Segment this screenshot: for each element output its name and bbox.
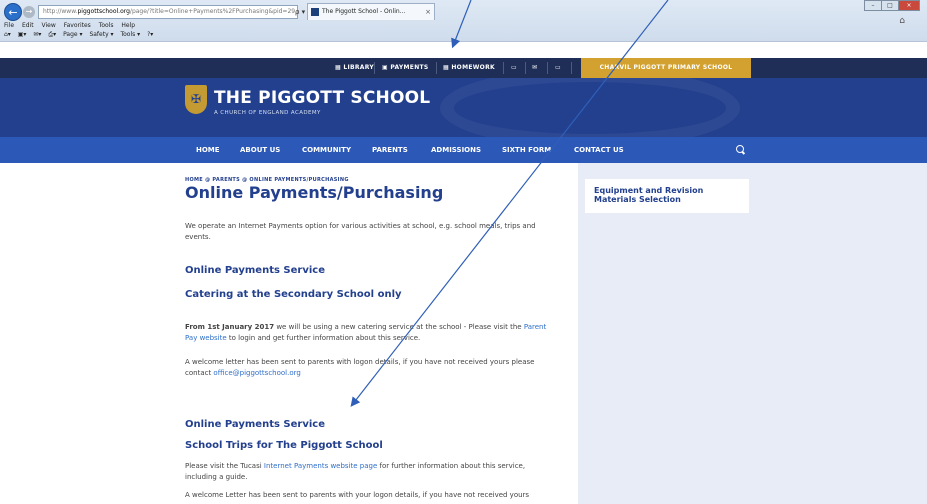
- section1-subheading: Catering at the Secondary School only: [185, 289, 402, 300]
- nav-contact-us[interactable]: CONTACT US: [574, 137, 624, 163]
- home-icon[interactable]: ⌂: [899, 16, 905, 26]
- address-domain: piggottschool.org: [77, 8, 130, 15]
- menu-tools[interactable]: Tools: [99, 22, 114, 29]
- main-navigation: HOME ABOUT US COMMUNITY PARENTS ADMISSIO…: [0, 137, 927, 163]
- print-icon[interactable]: ⎙▾: [48, 31, 56, 38]
- menu-view[interactable]: View: [42, 22, 56, 29]
- utility-separator: [374, 62, 375, 74]
- section1-text: we will be using a new catering service …: [274, 323, 524, 331]
- sidebar-card-title: Equipment and Revision Materials Selecti…: [594, 186, 704, 204]
- menu-favorites[interactable]: Favorites: [64, 22, 91, 29]
- minimize-icon[interactable]: –: [864, 0, 882, 11]
- section2-letter-paragraph: A welcome Letter has been sent to parent…: [185, 491, 530, 499]
- feeds-icon[interactable]: ▣▾: [18, 31, 27, 38]
- section2-text: Please visit the Tucasi: [185, 462, 264, 470]
- nav-sixth-form[interactable]: SIXTH FORM: [502, 137, 551, 163]
- menu-file[interactable]: File: [4, 22, 14, 29]
- help-command-icon[interactable]: ?▾: [147, 31, 153, 38]
- nav-admissions[interactable]: ADMISSIONS: [431, 137, 481, 163]
- utility-separator: [571, 62, 572, 74]
- primary-school-button[interactable]: CHARVIL PIGGOTT PRIMARY SCHOOL: [581, 58, 751, 78]
- school-subtitle: A CHURCH OF ENGLAND ACADEMY: [214, 110, 321, 116]
- tab-title: The Piggott School - Onlin...: [322, 8, 406, 15]
- page-command[interactable]: Page ▾: [63, 31, 82, 38]
- menu-help[interactable]: Help: [121, 22, 135, 29]
- forward-arrow-icon[interactable]: →: [23, 6, 35, 18]
- favicon-icon: [311, 8, 319, 16]
- tab-close-icon[interactable]: ×: [425, 4, 431, 20]
- home-command-icon[interactable]: ⌂▾: [4, 31, 11, 38]
- utility-separator: [503, 62, 504, 74]
- command-bar: ⌂▾ ▣▾ ✉▾ ⎙▾ Page ▾ Safety ▾ Tools ▾ ?▾: [4, 31, 158, 39]
- mail-icon[interactable]: ✉▾: [33, 31, 41, 38]
- sidebar-card[interactable]: Equipment and Revision Materials Selecti…: [585, 179, 749, 213]
- section1-letter-paragraph: A welcome letter has been sent to parent…: [185, 357, 555, 379]
- school-name[interactable]: THE PIGGOTT SCHOOL: [214, 88, 430, 108]
- section1-heading: Online Payments Service: [185, 265, 325, 276]
- search-icon[interactable]: [736, 145, 744, 153]
- nav-about-us[interactable]: ABOUT US: [240, 137, 280, 163]
- nav-parents[interactable]: PARENTS: [372, 137, 408, 163]
- nav-community[interactable]: COMMUNITY: [302, 137, 351, 163]
- utility-separator: [525, 62, 526, 74]
- utility-separator: [436, 62, 437, 74]
- section2-subheading: School Trips for The Piggott School: [185, 440, 383, 451]
- header-decoration: [440, 78, 740, 137]
- back-arrow-icon[interactable]: ←: [4, 3, 22, 21]
- school-crest-icon[interactable]: ✠: [185, 85, 207, 114]
- section1-date: From 1st January 2017: [185, 323, 275, 331]
- window-controls: – □ ×: [864, 0, 923, 12]
- tools-command[interactable]: Tools ▾: [120, 31, 140, 38]
- browser-tab[interactable]: The Piggott School - Onlin... ×: [307, 3, 435, 20]
- address-suffix: /page/?title=Online+Payments%2FPurchasin…: [129, 8, 296, 15]
- menu-edit[interactable]: Edit: [22, 22, 34, 29]
- office-email-link[interactable]: office@piggottschool.org: [213, 369, 300, 377]
- sidebar: [578, 163, 927, 504]
- close-window-icon[interactable]: ×: [898, 0, 920, 11]
- section1-text-end: to login and get further information abo…: [226, 334, 421, 342]
- internet-payments-link[interactable]: Internet Payments website page: [264, 462, 377, 470]
- monitor-icon[interactable]: ▭: [511, 58, 517, 78]
- page-title: Online Payments/Purchasing: [185, 183, 444, 202]
- address-bar[interactable]: http://www.piggottschool.org/page/?title…: [38, 5, 298, 19]
- browser-chrome: ← → http://www.piggottschool.org/page/?t…: [0, 0, 927, 42]
- section2-heading: Online Payments Service: [185, 419, 325, 430]
- address-prefix: http://www.: [43, 8, 78, 15]
- nav-home[interactable]: HOME: [196, 137, 220, 163]
- menu-bar: File Edit View Favorites Tools Help: [4, 22, 141, 29]
- safety-command[interactable]: Safety ▾: [89, 31, 113, 38]
- utility-library[interactable]: ▦ LIBRARY: [335, 58, 374, 78]
- utility-payments[interactable]: ▣ PAYMENTS: [382, 58, 429, 78]
- display-icon[interactable]: ▭: [555, 58, 561, 78]
- email-icon[interactable]: ✉: [532, 58, 537, 78]
- intro-paragraph: We operate an Internet Payments option f…: [185, 222, 536, 241]
- utility-separator: [547, 62, 548, 74]
- section1-paragraph: From 1st January 2017 we will be using a…: [185, 322, 555, 344]
- site-header: ✠ THE PIGGOTT SCHOOL A CHURCH OF ENGLAND…: [0, 78, 927, 137]
- maximize-icon[interactable]: □: [881, 0, 899, 11]
- utility-bar: ▦ LIBRARY ▣ PAYMENTS ▦ HOMEWORK ▭ ✉ ▭ CH…: [0, 58, 927, 78]
- utility-homework[interactable]: ▦ HOMEWORK: [443, 58, 495, 78]
- section2-paragraph: Please visit the Tucasi Internet Payment…: [185, 461, 555, 483]
